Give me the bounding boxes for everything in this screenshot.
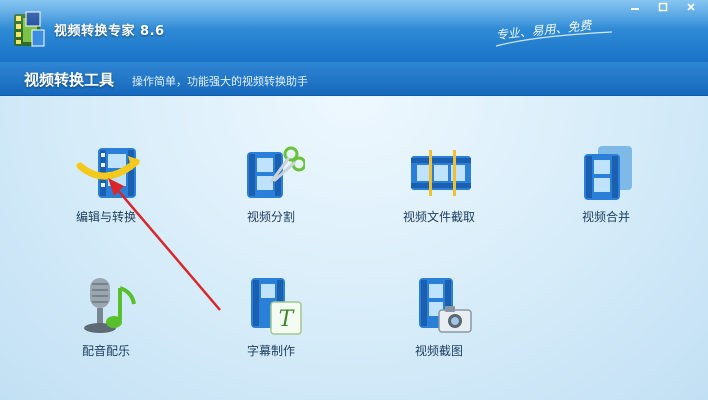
app-window: 视频转换专家 8.6 专业、易用、免费 视频转换工具 操作简单，功能强大的视频转… xyxy=(0,0,708,400)
tool-label: 字幕制作 xyxy=(246,344,295,358)
film-merge-icon xyxy=(584,146,632,200)
minimize-button[interactable] xyxy=(624,2,646,16)
toolbar-title: 视频转换工具 xyxy=(24,71,115,89)
film-camera-icon xyxy=(419,278,472,333)
tool-clip[interactable]: 视频文件截取 xyxy=(379,142,499,252)
film-subtitle-icon: T xyxy=(251,278,302,335)
microphone-music-icon xyxy=(84,278,136,333)
toolbar-description: 操作简单，功能强大的视频转换助手 xyxy=(132,75,308,88)
slogan-swoosh-icon xyxy=(495,31,613,47)
minimize-icon xyxy=(631,8,639,10)
title-bar[interactable]: 视频转换专家 8.6 专业、易用、免费 xyxy=(0,0,708,62)
tools-panel: 编辑与转换 视频分割 视频文件截取 视频合并 配音配乐 T 字幕制作 视频截图 xyxy=(0,96,708,400)
tool-merge[interactable]: 视频合并 xyxy=(546,142,666,252)
film-scissors-icon xyxy=(247,146,305,198)
window-title: 视频转换专家 8.6 xyxy=(54,24,165,39)
tool-split[interactable]: 视频分割 xyxy=(211,142,331,252)
close-icon xyxy=(687,3,695,11)
svg-text:T: T xyxy=(279,307,296,332)
tool-subtitle[interactable]: T 字幕制作 xyxy=(211,276,331,386)
film-clip-icon xyxy=(411,150,471,196)
close-button[interactable] xyxy=(680,2,702,16)
maximize-button[interactable] xyxy=(652,2,674,16)
maximize-icon xyxy=(658,2,668,12)
tool-label: 配音配乐 xyxy=(81,344,130,358)
tool-label: 视频分割 xyxy=(246,210,295,224)
tool-dub-music[interactable]: 配音配乐 xyxy=(46,276,166,386)
app-logo-icon xyxy=(14,11,45,47)
film-convert-icon xyxy=(76,148,140,198)
tool-label: 视频文件截取 xyxy=(402,210,475,224)
tool-screenshot[interactable]: 视频截图 xyxy=(379,276,499,386)
toolbar-header: 视频转换工具 操作简单，功能强大的视频转换助手 xyxy=(0,62,708,96)
tool-edit-convert[interactable]: 编辑与转换 xyxy=(46,142,166,252)
tool-label: 视频合并 xyxy=(581,210,630,224)
tool-label: 视频截图 xyxy=(414,344,463,358)
tool-label: 编辑与转换 xyxy=(75,210,136,224)
